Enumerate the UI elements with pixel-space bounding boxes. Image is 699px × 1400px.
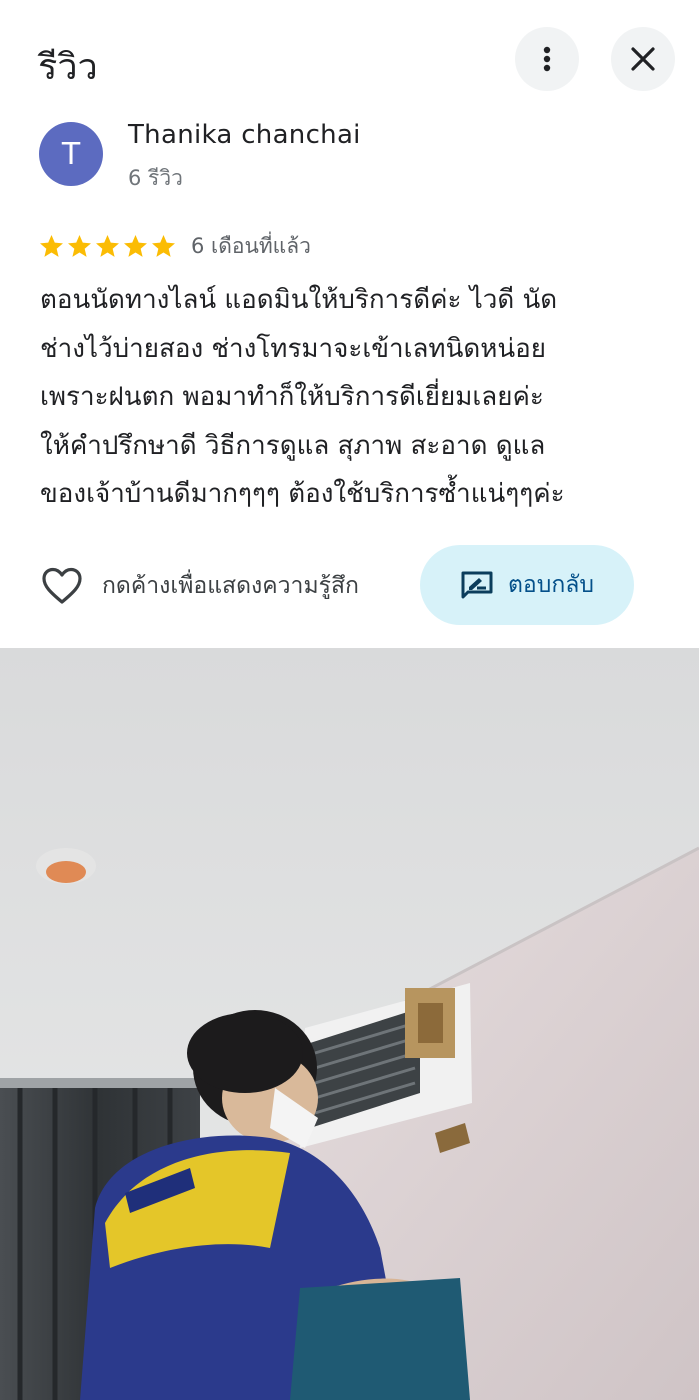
review-line: เพราะฝนตก พอมาทำก็ให้บริการดีเยี่ยมเลยค่… bbox=[40, 382, 544, 412]
review-actions: กดค้างเพื่อแสดงความรู้สึก ตอบกลับ bbox=[0, 545, 699, 627]
heart-icon bbox=[42, 567, 82, 604]
more-options-button[interactable] bbox=[515, 27, 579, 91]
star-icon bbox=[96, 234, 119, 257]
review-time: 6 เดือนที่แล้ว bbox=[191, 233, 311, 258]
reviewer-info[interactable]: T Thanika chanchai 6 รีวิว bbox=[0, 110, 699, 200]
star-icon bbox=[124, 234, 147, 257]
review-line: ตอนนัดทางไลน์ แอดมินให้บริการดีค่ะ ไวดี … bbox=[40, 285, 558, 315]
review-line: ช่างไว้บ่ายสอง ช่างโทรมาจะเข้าเลทนิดหน่อ… bbox=[40, 333, 546, 364]
review-photo[interactable] bbox=[0, 648, 699, 1400]
more-vert-icon bbox=[543, 46, 551, 72]
reviewer-name[interactable]: Thanika chanchai bbox=[128, 120, 361, 150]
review-text: ตอนนัดทางไลน์ แอดมินให้บริการดีค่ะ ไวดี … bbox=[40, 276, 660, 519]
close-icon bbox=[631, 47, 655, 71]
avatar[interactable]: T bbox=[39, 122, 103, 186]
star-icon bbox=[68, 234, 91, 257]
star-icon bbox=[40, 234, 63, 257]
header: รีวิว bbox=[0, 0, 699, 110]
star-rating bbox=[38, 233, 177, 260]
review-count: 6 รีวิว bbox=[128, 166, 183, 190]
page-title: รีวิว bbox=[38, 47, 98, 88]
reply-label: ตอบกลับ bbox=[508, 572, 594, 598]
review-line: ของเจ้าบ้านดีมากๆๆๆ ต้องใช้บริการซ้ำแน่ๆ… bbox=[40, 479, 565, 509]
like-label: กดค้างเพื่อแสดงความรู้สึก bbox=[102, 573, 359, 599]
close-button[interactable] bbox=[611, 27, 675, 91]
like-button[interactable]: กดค้างเพื่อแสดงความรู้สึก bbox=[40, 561, 359, 611]
rating-row: 6 เดือนที่แล้ว bbox=[38, 228, 311, 264]
review-line: ให้คำปรึกษาดี วิธีการดูแล สุภาพ สะอาด ดู… bbox=[40, 430, 546, 461]
review-photo-image bbox=[0, 648, 699, 1400]
reply-button[interactable]: ตอบกลับ bbox=[420, 545, 634, 625]
star-icon bbox=[152, 234, 175, 257]
reply-edit-icon bbox=[461, 571, 493, 599]
